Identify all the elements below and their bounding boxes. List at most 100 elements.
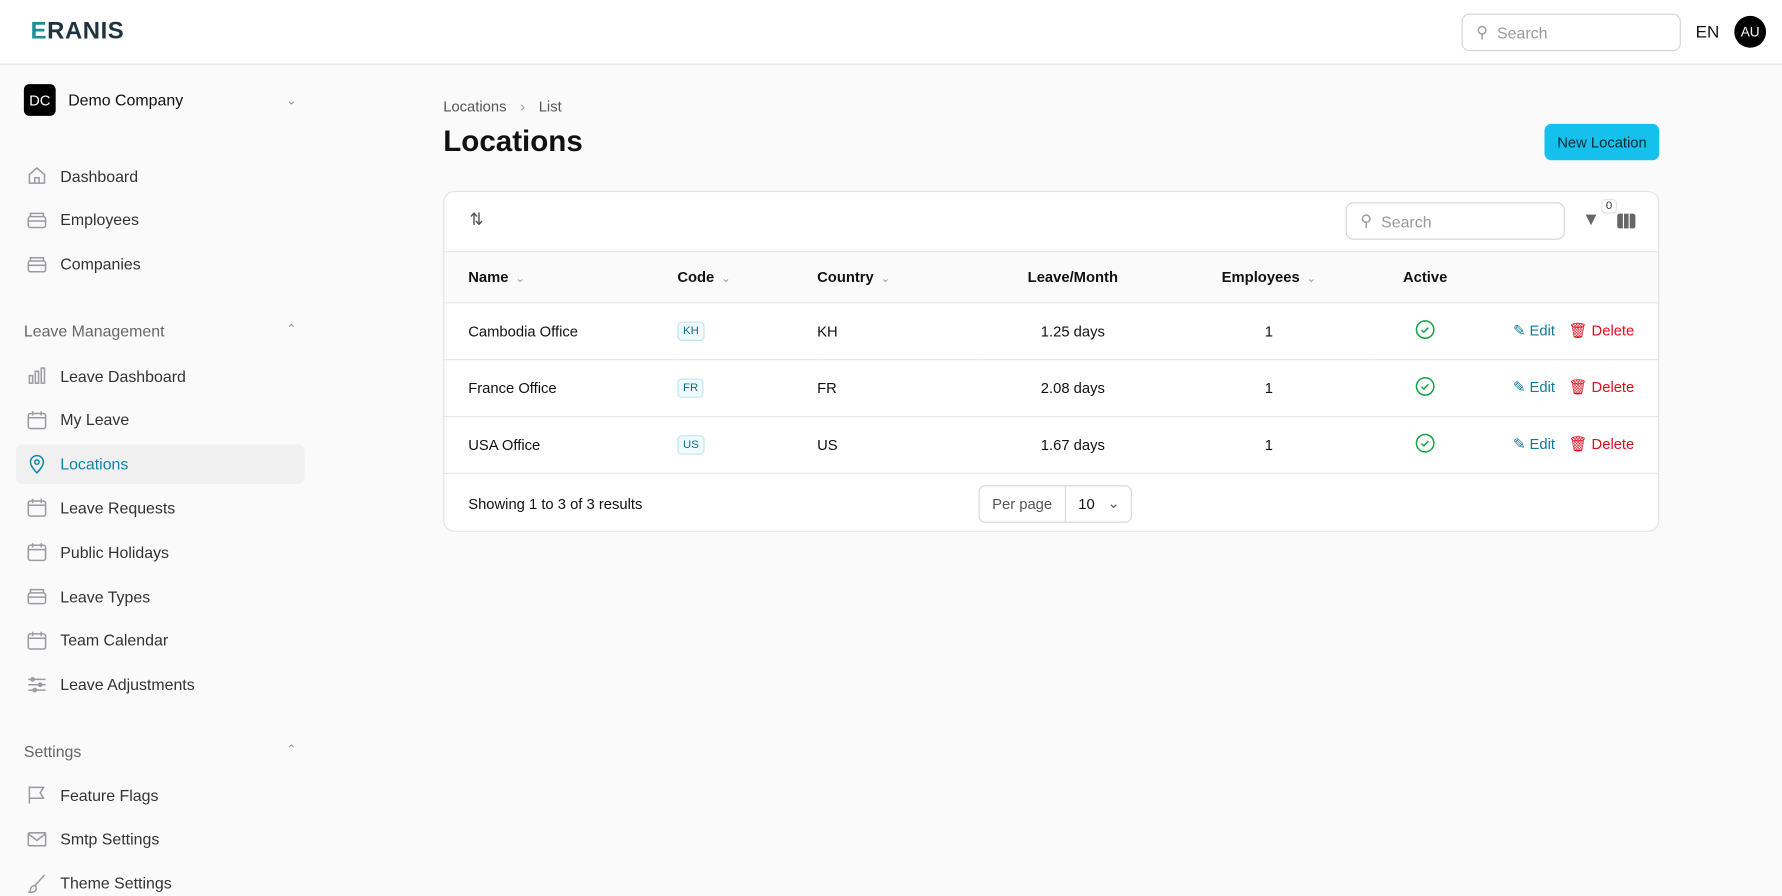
- bar-chart-icon: [28, 367, 46, 384]
- sidebar-item-theme-settings[interactable]: Theme Settings: [16, 863, 305, 896]
- cell-active: [1368, 415, 1482, 474]
- section-leave-management[interactable]: Leave Management ⌃: [24, 322, 297, 340]
- tray-icon: [27, 212, 47, 228]
- section-settings[interactable]: Settings ⌃: [24, 742, 297, 760]
- cell-country: FR: [817, 359, 977, 417]
- check-circle-icon: [1415, 433, 1435, 453]
- locations-table: Name ⌄ Code ⌄ Country ⌄ Leave/Month Employe…: [444, 252, 1659, 474]
- column-employees[interactable]: Employees ⌄: [1169, 252, 1369, 303]
- column-active: Active: [1368, 252, 1482, 303]
- breadcrumb-locations[interactable]: Locations: [443, 98, 506, 115]
- user-avatar[interactable]: AU: [1734, 15, 1767, 48]
- code-badge: FR: [677, 378, 704, 398]
- cell-active: [1368, 359, 1482, 417]
- sidebar-item-label: Locations: [60, 454, 129, 473]
- logo[interactable]: ERANIS: [31, 19, 125, 44]
- delete-button[interactable]: 🗑 Delete: [1569, 378, 1635, 395]
- column-name[interactable]: Name ⌄: [444, 252, 678, 303]
- table-row: Cambodia Office KH KH 1.25 days 1 ✎ Edit 🗑 Del…: [444, 302, 1659, 360]
- cell-code: US: [677, 415, 818, 474]
- sidebar-item-leave-types[interactable]: Leave Types: [16, 576, 305, 616]
- edit-icon: ✎: [1513, 435, 1526, 453]
- sort-chevron-icon: ⌄: [721, 273, 731, 286]
- sidebar-item-label: Public Holidays: [60, 542, 170, 562]
- per-page-select[interactable]: Per page 10 ⌄: [978, 484, 1133, 523]
- search-icon: ⚲: [1360, 211, 1373, 230]
- cell-country: US: [817, 415, 977, 474]
- calendar-icon: [27, 499, 47, 518]
- sidebar-item-label: My Leave: [60, 410, 130, 429]
- chevron-down-icon: ⌄: [1107, 494, 1120, 512]
- delete-button[interactable]: 🗑 Delete: [1569, 435, 1635, 452]
- sidebar-item-my-leave[interactable]: My Leave: [16, 400, 305, 440]
- search-icon: ⚲: [1476, 22, 1488, 41]
- table-footer: Showing 1 to 3 of 3 results Per page 10 ⌄: [444, 473, 1658, 530]
- filter-count-badge: 0: [1601, 198, 1617, 214]
- sidebar-item-label: Employees: [60, 210, 139, 229]
- sidebar-item-label: Dashboard: [60, 166, 139, 185]
- sidebar-item-label: Feature Flags: [60, 785, 159, 805]
- column-code[interactable]: Code ⌄: [677, 252, 818, 303]
- sort-chevron-icon: ⌄: [880, 273, 891, 286]
- sidebar-item-label: Smtp Settings: [60, 829, 160, 849]
- results-summary: Showing 1 to 3 of 3 results: [468, 494, 643, 512]
- trash-icon: 🗑: [1568, 378, 1588, 396]
- sidebar: DC Demo Company ⌄ Dashboard Employees Compan…: [0, 65, 320, 896]
- sidebar-item-employees[interactable]: Employees: [16, 200, 305, 240]
- sidebar-item-leave-requests[interactable]: Leave Requests: [16, 488, 305, 528]
- sidebar-item-public-holidays[interactable]: Public Holidays: [16, 532, 305, 572]
- sidebar-item-leave-dashboard[interactable]: Leave Dashboard: [16, 356, 305, 396]
- company-switcher[interactable]: DC Demo Company ⌄: [23, 84, 297, 116]
- new-location-button[interactable]: New Location: [1544, 123, 1660, 161]
- cell-name: France Office: [444, 359, 678, 417]
- trash-icon: 🗑: [1568, 321, 1588, 339]
- columns-icon[interactable]: [1617, 213, 1636, 229]
- trash-icon: 🗑: [1568, 435, 1588, 453]
- home-icon: [28, 167, 46, 184]
- sidebar-item-label: Theme Settings: [60, 874, 172, 893]
- page-title: Locations: [443, 123, 583, 158]
- sidebar-item-smtp-settings[interactable]: Smtp Settings: [16, 819, 305, 859]
- flag-icon: [28, 786, 45, 804]
- sort-chevron-icon: ⌄: [1306, 273, 1317, 286]
- cell-country: KH: [817, 302, 977, 360]
- sidebar-item-label: Team Calendar: [60, 631, 169, 650]
- sidebar-item-locations[interactable]: Locations: [15, 443, 305, 484]
- mail-icon: [27, 831, 47, 847]
- column-leave-month: Leave/Month: [976, 252, 1170, 303]
- calendar-icon: [27, 543, 47, 562]
- chevron-right-icon: ›: [520, 97, 526, 115]
- sort-icon[interactable]: ⇅: [469, 209, 483, 229]
- breadcrumb-list: List: [538, 97, 562, 115]
- cell-name: Cambodia Office: [444, 302, 678, 360]
- calendar-icon: [27, 411, 47, 430]
- language-switcher[interactable]: EN: [1696, 23, 1720, 42]
- company-name: Demo Company: [68, 90, 184, 110]
- global-search-input[interactable]: ⚲ Search: [1461, 13, 1681, 52]
- edit-button[interactable]: ✎ Edit: [1513, 435, 1555, 452]
- edit-button[interactable]: ✎ Edit: [1513, 378, 1555, 395]
- cell-code: KH: [677, 302, 818, 360]
- cell-active: [1368, 302, 1482, 360]
- table-search-input[interactable]: ⚲ Search: [1345, 202, 1565, 240]
- column-country[interactable]: Country ⌄: [817, 252, 977, 303]
- sidebar-item-team-calendar[interactable]: Team Calendar: [16, 620, 305, 660]
- company-avatar: DC: [23, 84, 56, 116]
- calendar-icon: [27, 631, 47, 650]
- sidebar-item-companies[interactable]: Companies: [16, 244, 305, 284]
- filter-icon[interactable]: ▼: [1582, 210, 1600, 230]
- sidebar-item-label: Leave Adjustments: [60, 675, 195, 694]
- chevron-down-icon: ⌄: [286, 93, 297, 108]
- cell-employees: 1: [1169, 415, 1369, 474]
- chevron-up-icon: ⌃: [286, 322, 297, 337]
- sidebar-item-feature-flags[interactable]: Feature Flags: [16, 775, 305, 815]
- edit-icon: ✎: [1513, 321, 1526, 339]
- sidebar-item-dashboard[interactable]: Dashboard: [16, 156, 305, 196]
- sidebar-item-leave-adjustments[interactable]: Leave Adjustments: [16, 664, 305, 704]
- edit-button[interactable]: ✎ Edit: [1513, 322, 1555, 339]
- delete-button[interactable]: 🗑 Delete: [1569, 322, 1635, 339]
- brush-icon: [28, 874, 46, 893]
- code-badge: US: [677, 435, 705, 455]
- sort-chevron-icon: ⌄: [515, 273, 525, 286]
- cell-leave-month: 1.25 days: [976, 302, 1170, 360]
